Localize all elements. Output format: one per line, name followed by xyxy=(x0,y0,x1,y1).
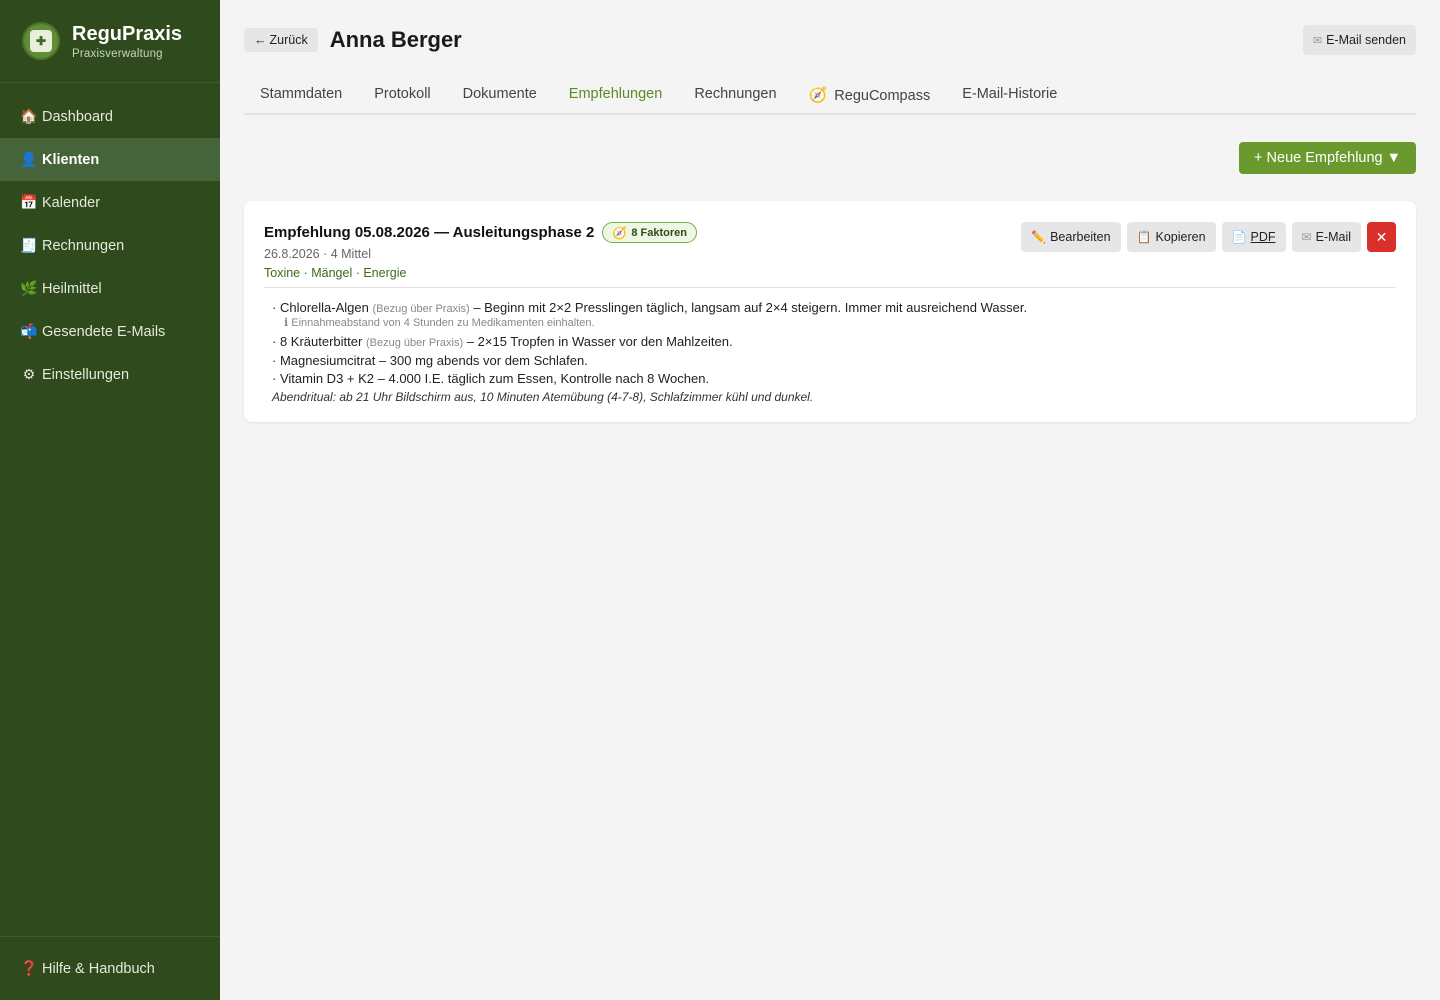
page-header: ← Zurück Anna Berger ✉ E-Mail senden xyxy=(244,0,1416,80)
receipt-icon: 🧾 xyxy=(20,237,38,253)
gear-icon: ⚙ xyxy=(22,366,36,382)
sidebar-item-dashboard[interactable]: 🏠 Dashboard xyxy=(0,95,220,138)
list-item: · Vitamin D3 + K2 – 4.000 I.E. täglich z… xyxy=(272,371,710,386)
clipboard-icon: 📋 xyxy=(1136,230,1152,244)
remedy-instructions: – 2×15 Tropfen in Wasser vor den Mahlzei… xyxy=(466,334,733,349)
main-content: ← Zurück Anna Berger ✉ E-Mail senden Sta… xyxy=(244,0,1416,422)
user-icon: 👤 xyxy=(20,151,38,167)
sidebar: ✚ ReguPraxis Praxisverwaltung 🏠 Dashboar… xyxy=(0,0,220,1000)
badge-label: 8 Faktoren xyxy=(631,226,687,239)
sidebar-item-label: Heilmittel xyxy=(42,280,102,297)
brand[interactable]: ✚ ReguPraxis Praxisverwaltung xyxy=(0,0,220,83)
edit-button[interactable]: ✏️ Bearbeiten xyxy=(1021,222,1121,252)
compass-icon: 🧭 xyxy=(612,225,628,240)
sidebar-item-kalender[interactable]: 📅 Kalender xyxy=(0,181,220,224)
tab-email-historie[interactable]: E-Mail-Historie xyxy=(946,80,1073,115)
envelope-icon: ✉ xyxy=(1312,34,1323,47)
pencil-icon: ✏️ xyxy=(1031,230,1047,244)
app-subtitle: Praxisverwaltung xyxy=(72,47,163,60)
recommendation-note: Abendritual: ab 21 Uhr Bildschirm aus, 1… xyxy=(272,390,814,404)
sidebar-item-einstellungen[interactable]: ⚙ Einstellungen xyxy=(0,353,220,396)
page-title: Anna Berger xyxy=(329,27,462,52)
remedy-name: 8 Kräuterbitter xyxy=(279,334,363,349)
delete-button[interactable]: ✕ xyxy=(1367,222,1396,252)
remedy-instructions: – Beginn mit 2×2 Presslingen täglich, la… xyxy=(473,300,1028,315)
help-link[interactable]: ❓ Hilfe & Handbuch xyxy=(0,936,220,1000)
card-actions: ✏️ Bearbeiten 📋 Kopieren 📄 PDF ✉ E-Mail … xyxy=(1021,222,1396,252)
info-icon: ℹ xyxy=(284,317,289,329)
remedy-source: (Bezug über Praxis) xyxy=(365,337,464,349)
recommendation-title: Empfehlung 05.08.2026 — Ausleitungsphase… xyxy=(264,224,595,241)
hint-text: Einnahmeabstand von 4 Stunden zu Medikam… xyxy=(291,317,595,329)
send-email-button[interactable]: ✉ E-Mail senden xyxy=(1302,25,1416,55)
send-email-label: E-Mail senden xyxy=(1326,33,1406,47)
tab-label: ReguCompass xyxy=(834,88,931,104)
recommendation-card: Empfehlung 05.08.2026 — Ausleitungsphase… xyxy=(244,201,1416,422)
sidebar-item-heilmittel[interactable]: 🌿 Heilmittel xyxy=(0,267,220,310)
tab-empfehlungen[interactable]: Empfehlungen xyxy=(553,80,679,115)
calendar-icon: 📅 xyxy=(20,194,38,210)
tab-rechnungen[interactable]: Rechnungen xyxy=(678,80,792,115)
new-recommendation-button[interactable]: + Neue Empfehlung ▼ xyxy=(1239,142,1416,174)
list-item: · Magnesiumcitrat – 300 mg abends vor de… xyxy=(272,353,588,368)
help-label: Hilfe & Handbuch xyxy=(42,960,155,977)
sidebar-item-rechnungen[interactable]: 🧾 Rechnungen xyxy=(0,224,220,267)
arrow-left-icon: ← xyxy=(254,33,267,47)
remedy-name: Vitamin D3 + K2 xyxy=(279,371,375,386)
tab-protokoll[interactable]: Protokoll xyxy=(358,80,446,115)
list-item: · Chlorella-Algen (Bezug über Praxis) – … xyxy=(272,300,1028,315)
recommendation-tags: Toxine · Mängel · Energie xyxy=(264,266,407,280)
sidebar-nav: 🏠 Dashboard 👤 Klienten 📅 Kalender 🧾 Rech… xyxy=(0,95,220,396)
remedy-source: (Bezug über Praxis) xyxy=(372,303,470,315)
sidebar-item-label: Gesendete E-Mails xyxy=(42,323,166,340)
close-icon: ✕ xyxy=(1375,228,1388,245)
sidebar-item-label: Einstellungen xyxy=(42,366,130,383)
compass-icon: 🧭 xyxy=(808,87,828,104)
home-icon: 🏠 xyxy=(20,108,38,124)
document-icon: 📄 xyxy=(1231,230,1247,244)
card-header: Empfehlung 05.08.2026 — Ausleitungsphase… xyxy=(264,222,1396,288)
remedy-name: Chlorella-Algen xyxy=(279,300,369,315)
copy-label: Kopieren xyxy=(1155,230,1206,244)
tab-regucompass[interactable]: 🧭 ReguCompass xyxy=(793,80,947,115)
back-button[interactable]: ← Zurück xyxy=(244,28,318,52)
list-item: · 8 Kräuterbitter (Bezug über Praxis) – … xyxy=(272,334,733,349)
remedy-instructions: – 4.000 I.E. täglich zum Essen, Kontroll… xyxy=(377,371,710,386)
remedy-name: Magnesiumcitrat xyxy=(279,353,376,368)
app-name: ReguPraxis xyxy=(72,22,183,45)
copy-button[interactable]: 📋 Kopieren xyxy=(1126,222,1216,252)
recommendation-body: · Chlorella-Algen (Bezug über Praxis) – … xyxy=(264,288,1396,406)
pdf-label: PDF xyxy=(1250,230,1276,244)
herb-icon: 🌿 xyxy=(20,280,38,296)
sidebar-item-label: Klienten xyxy=(42,151,100,168)
question-icon: ❓ xyxy=(20,961,39,977)
action-row: + Neue Empfehlung ▼ xyxy=(244,115,1416,201)
mailbox-icon: 📬 xyxy=(20,323,38,339)
sidebar-item-gesendete-emails[interactable]: 📬 Gesendete E-Mails xyxy=(0,310,220,353)
factors-badge[interactable]: 🧭 8 Faktoren xyxy=(602,222,697,243)
sidebar-item-label: Dashboard xyxy=(42,108,113,125)
sidebar-item-klienten[interactable]: 👤 Klienten xyxy=(0,138,220,181)
remedy-hint: ℹ Einnahmeabstand von 4 Stunden zu Medik… xyxy=(272,318,1396,329)
edit-label: Bearbeiten xyxy=(1050,230,1111,244)
back-label: Zurück xyxy=(269,33,308,47)
sidebar-item-label: Rechnungen xyxy=(42,237,125,254)
app-logo-icon: ✚ xyxy=(22,22,60,60)
tab-bar: Stammdaten Protokoll Dokumente Empfehlun… xyxy=(244,80,1416,115)
tab-dokumente[interactable]: Dokumente xyxy=(447,80,553,115)
sidebar-item-label: Kalender xyxy=(42,194,101,211)
tab-stammdaten[interactable]: Stammdaten xyxy=(244,80,358,115)
email-button[interactable]: ✉ E-Mail xyxy=(1291,222,1361,252)
pdf-button[interactable]: 📄 PDF xyxy=(1221,222,1286,252)
remedy-instructions: – 300 mg abends vor dem Schlafen. xyxy=(378,353,588,368)
envelope-icon: ✉ xyxy=(1301,230,1312,244)
email-label: E-Mail xyxy=(1315,230,1351,244)
